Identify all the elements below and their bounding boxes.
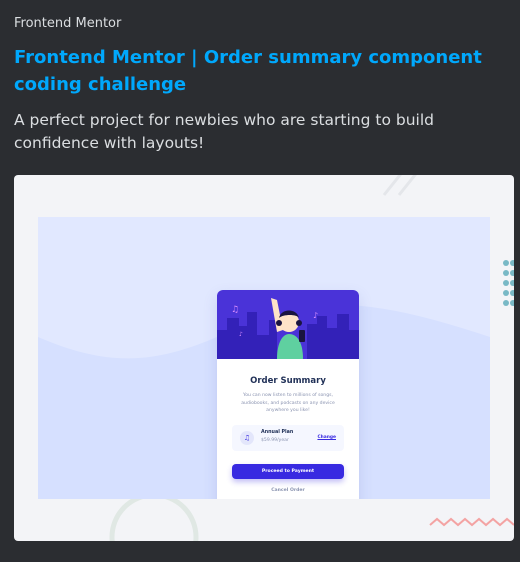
svg-text:♪: ♪: [313, 311, 318, 320]
embed-thumbnail[interactable]: ♫ ♪ ♪ Order Summary You can now listen t…: [14, 175, 514, 541]
embed-title-link[interactable]: Frontend Mentor | Order summary componen…: [14, 44, 494, 98]
order-summary-description: You can now listen to millions of songs,…: [241, 393, 335, 414]
music-note-icon: ♫: [240, 431, 254, 445]
plan-name: Annual Plan: [261, 430, 294, 435]
svg-text:♪: ♪: [239, 331, 243, 338]
embed-provider[interactable]: Frontend Mentor: [14, 16, 121, 31]
plan-price: $59.99/year: [261, 438, 289, 443]
order-summary-card: ♫ ♪ ♪ Order Summary You can now listen t…: [217, 290, 359, 499]
link-embed: Frontend Mentor Frontend Mentor | Order …: [0, 0, 520, 562]
order-summary-heading: Order Summary: [250, 376, 326, 386]
plan-row: ♫ Annual Plan $59.99/year Change: [232, 425, 344, 451]
embed-description: A perfect project for newbies who are st…: [14, 111, 434, 152]
svg-text:♫: ♫: [231, 305, 239, 315]
hero-illustration: ♫ ♪ ♪: [217, 290, 359, 359]
change-plan-link[interactable]: Change: [317, 435, 336, 440]
cancel-order-button[interactable]: Cancel Order: [217, 488, 359, 493]
preview-page: ♫ ♪ ♪ Order Summary You can now listen t…: [38, 217, 490, 499]
proceed-to-payment-button[interactable]: Proceed to Payment: [232, 464, 344, 479]
